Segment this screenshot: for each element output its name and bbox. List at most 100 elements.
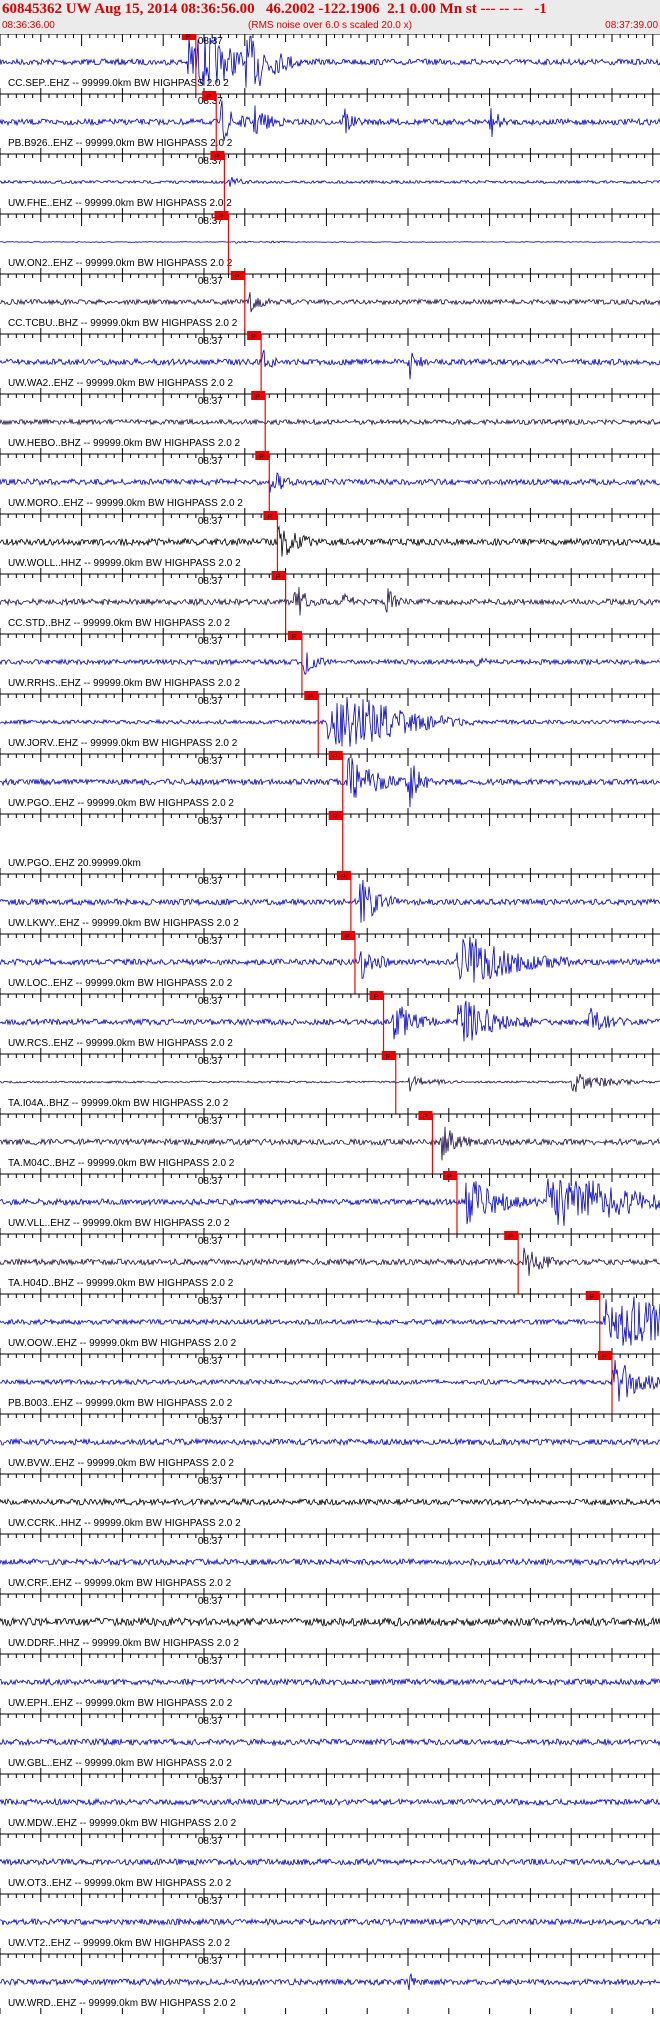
station-label: UW.LOC..EHZ -- 99999.0km BW HIGHPASS 2.0… — [8, 978, 233, 989]
trace-row: 08:37 UW.OOW..EHZ -- 99999.0km BW HIGHPAS… — [0, 1291, 660, 1354]
minute-label: 08:37 — [198, 1896, 223, 1907]
seismic-trace — [0, 652, 660, 675]
station-label: UW.ON2..EHZ -- 99999.0km BW HIGHPASS 2.0… — [8, 258, 233, 269]
pick-label: P — [508, 1234, 513, 1241]
minute-label: 08:37 — [198, 1416, 223, 1427]
seismic-trace — [0, 1557, 660, 1567]
trace-row: 08:37 UW.VLL..EHZ -- 99999.0km BW HIGHPAS… — [0, 1171, 660, 1234]
trace-row: 08:37 UW.WRD..EHZ -- 99999.0km BW HIGHPAS… — [0, 1953, 660, 2014]
station-label: UW.PGO..EHZ 20.99999.0km — [8, 858, 141, 869]
seismic-trace — [0, 1677, 660, 1687]
seismic-trace — [0, 100, 660, 141]
minute-label: 08:37 — [198, 756, 223, 767]
trace-row: 08:37CC.SEP..EHZ -- 99999.0km BW HIGHPAS… — [0, 34, 660, 94]
minute-label: 08:37 — [198, 1536, 223, 1547]
seismic-trace — [0, 1797, 660, 1807]
trace-row: 08:37 UW.EPH..EHZ -- 99999.0km BW HIGHPAS… — [0, 1653, 660, 1714]
seismic-trace — [0, 1126, 660, 1161]
pick-label: P — [186, 34, 191, 41]
trace-row: 08:37 UW.CCRK..HHZ -- 99999.0km BW HIGHPA… — [0, 1473, 660, 1534]
seismic-trace — [0, 472, 660, 493]
seismic-trace — [0, 586, 660, 616]
trace-row: 08:37 UW.HEBO..BHZ -- 99999.0km BW HIGHPA… — [0, 391, 660, 454]
pick-label: P — [333, 814, 338, 821]
minute-label: 08:37 — [198, 636, 223, 647]
trace-row: 08:37UW.FHE..EHZ -- 99999.0km BW HIGHPAS… — [0, 151, 660, 214]
station-label: UW.MORO..EHZ -- 99999.0km BW HIGHPASS 2.… — [8, 498, 243, 509]
station-label: UW.WRD..EHZ -- 99999.0km BW HIGHPASS 2.0… — [8, 1998, 236, 2009]
seismic-trace — [0, 1973, 660, 1991]
pick-label: P — [251, 334, 256, 341]
station-label: UW.FHE..EHZ -- 99999.0km BW HIGHPASS 2.0… — [8, 198, 232, 209]
station-label: TA.H04D..BHZ -- 99999.0km BW HIGHPASS 2.… — [8, 1278, 234, 1289]
pick-label: P — [267, 514, 272, 521]
minute-label: 08:37 — [198, 456, 223, 467]
pick-label: P — [447, 1174, 452, 1181]
station-label: UW.DDRF..HHZ -- 99999.0km BW HIGHPASS 2.… — [8, 1638, 239, 1649]
seismic-trace — [0, 1737, 660, 1747]
minute-label: 08:37 — [198, 816, 223, 827]
trace-row: 08:37PB.B926..EHZ -- 99999.0km BW HIGHPA… — [0, 91, 660, 154]
trace-row: 08:37 UW.JORV..EHZ -- 99999.0km BW HIGHPA… — [0, 691, 660, 754]
record-header: 60845362 UW Aug 15, 2014 08:36:56.00 46.… — [0, 0, 660, 34]
pick-label: P — [214, 154, 219, 161]
trace-row: 08:37 UW.LOC..EHZ -- 99999.0km BW HIGHPAS… — [0, 931, 660, 994]
station-label: UW.RCS..EHZ -- 99999.0km BW HIGHPASS 2.0… — [8, 1038, 233, 1049]
minute-label: 08:37 — [198, 876, 223, 887]
pick-label: P — [206, 94, 211, 101]
trace-row: 08:37 UW.GBL..EHZ -- 99999.0km BW HIGHPAS… — [0, 1713, 660, 1774]
minute-label: 08:37 — [198, 1836, 223, 1847]
station-label: TA.I04A..BHZ -- 99999.0km BW HIGHPASS 2.… — [8, 1098, 229, 1109]
pick-label: P — [259, 454, 264, 461]
trace-row: 08:37 UW.MDW..EHZ -- 99999.0km BW HIGHPAS… — [0, 1773, 660, 1834]
seismic-trace — [0, 1247, 660, 1276]
seismic-trace — [0, 176, 660, 187]
seismic-trace — [0, 525, 660, 557]
minute-label: 08:37 — [198, 1956, 223, 1967]
seismic-trace — [0, 936, 660, 983]
minute-label: 08:37 — [198, 936, 223, 947]
station-label: UW.LKWY..EHZ -- 99999.0km BW HIGHPASS 2.… — [8, 918, 239, 929]
minute-label: 08:37 — [198, 1056, 223, 1067]
pick-label: P — [386, 1054, 391, 1061]
trace-row: 08:37 UW.WOLL..HHZ -- 99999.0km BW HIGHPA… — [0, 511, 660, 574]
seismic-trace — [0, 418, 660, 426]
pick-label: P — [345, 934, 350, 941]
minute-label: 08:37 — [198, 1236, 223, 1247]
station-label: UW.VT2..EHZ -- 99999.0km BW HIGHPASS 2.0… — [8, 1938, 231, 1949]
minute-label: 08:37 — [198, 516, 223, 527]
pick-label: P — [235, 274, 240, 281]
end-time-label: 08:37:39.00 — [605, 20, 658, 31]
pick-label: P — [292, 634, 297, 641]
trace-row: 08:37 CC.TCBU..BHZ -- 99999.0km BW HIGHPA… — [0, 271, 660, 334]
minute-label: 08:37 — [198, 336, 223, 347]
minute-label: 08:37 — [198, 576, 223, 587]
seismic-trace — [0, 879, 660, 923]
station-label: UW.GBL..EHZ -- 99999.0km BW HIGHPASS 2.0… — [8, 1758, 232, 1769]
minute-label: 08:37 — [198, 1476, 223, 1487]
seismic-trace — [0, 1073, 660, 1093]
seismic-trace — [0, 1917, 660, 1927]
trace-row: 08:37 UW.CRF..EHZ -- 99999.0km BW HIGHPAS… — [0, 1533, 660, 1594]
trace-row: 08:37 UW.RCS..EHZ -- 99999.0km BW HIGHPAS… — [0, 991, 660, 1054]
trace-row: 08:37 UW.LKWY..EHZ -- 99999.0km BW HIGHPA… — [0, 871, 660, 934]
trace-row: 08:37 UW.MORO..EHZ -- 99999.0km BW HIGHPA… — [0, 451, 660, 514]
minute-label: 08:37 — [198, 1116, 223, 1127]
station-label: UW.WOLL..HHZ -- 99999.0km BW HIGHPASS 2.… — [8, 558, 241, 569]
minute-label: 08:37 — [198, 1656, 223, 1667]
station-label: UW.OT3..EHZ -- 99999.0km BW HIGHPASS 2.0… — [8, 1878, 232, 1889]
station-label: UW.PGO..EHZ -- 99999.0km BW HIGHPASS 2.0… — [8, 798, 234, 809]
station-label: UW.MDW..EHZ -- 99999.0km BW HIGHPASS 2.0… — [8, 1818, 237, 1829]
pick-label: P — [255, 394, 260, 401]
seismic-trace — [0, 1359, 660, 1402]
station-label: PB.B926..EHZ -- 99999.0km BW HIGHPASS 2.… — [8, 138, 233, 149]
trace-row: 08:37 TA.M04C..BHZ -- 99999.0km BW HIGHPA… — [0, 1111, 660, 1174]
minute-label: 08:37 — [198, 396, 223, 407]
pick-label: P — [590, 1294, 595, 1301]
station-label: UW.CRF..EHZ -- 99999.0km BW HIGHPASS 2.0… — [8, 1578, 232, 1589]
minute-label: 08:37 — [198, 996, 223, 1007]
station-label: UW.OOW..EHZ -- 99999.0km BW HIGHPASS 2.0… — [8, 1338, 237, 1349]
minute-label: 08:37 — [198, 1716, 223, 1727]
minute-label: 08:37 — [198, 1356, 223, 1367]
minute-label: 08:37 — [198, 1176, 223, 1187]
